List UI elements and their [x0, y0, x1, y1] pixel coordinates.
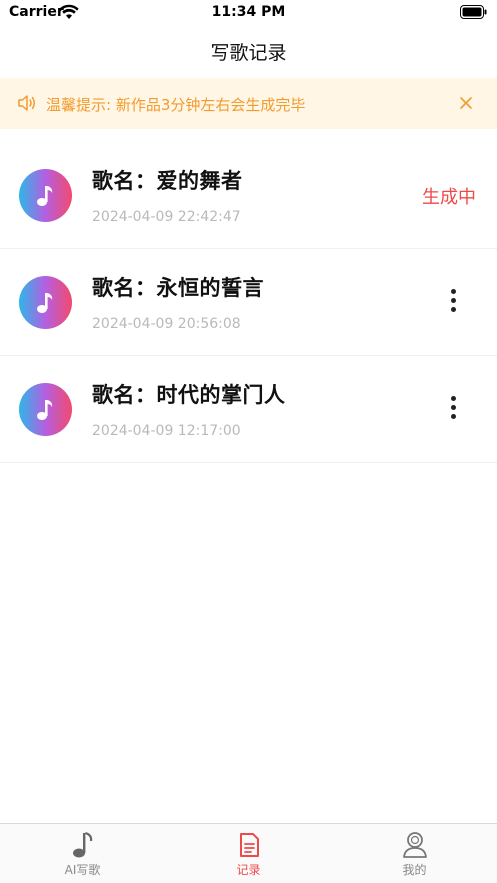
status-bar: Carrier 11:34 PM: [0, 0, 497, 26]
tab-label: 记录: [236, 863, 261, 877]
notice-banner: 温馨提示: 新作品3分钟左右会生成完毕: [0, 78, 497, 129]
close-icon[interactable]: [458, 95, 474, 111]
more-options-icon[interactable]: [443, 396, 463, 422]
song-time: 2024-04-09 22:42:47: [92, 209, 241, 225]
list-item[interactable]: 歌名：时代的掌门人 2024-04-09 12:17:00: [0, 356, 497, 463]
tab-ai-write[interactable]: AI写歌: [0, 824, 165, 883]
song-time: 2024-04-09 12:17:00: [92, 423, 241, 439]
clock: 11:34 PM: [211, 4, 286, 20]
user-icon: [402, 832, 427, 858]
battery-icon: [460, 5, 487, 19]
tab-records[interactable]: 记录: [166, 824, 331, 883]
tab-bar: AI写歌 记录 我的: [0, 823, 497, 883]
music-note-icon: [37, 293, 53, 313]
song-title: 歌名：永恒的誓言: [92, 276, 264, 300]
list-item[interactable]: 歌名：永恒的誓言 2024-04-09 20:56:08: [0, 249, 497, 356]
music-note-icon: [37, 186, 53, 206]
music-note-icon: [72, 831, 92, 858]
song-avatar: [19, 383, 72, 436]
tab-label: AI写歌: [64, 863, 101, 877]
page-title: 写歌记录: [210, 42, 287, 64]
tab-label: 我的: [402, 863, 427, 877]
list-item[interactable]: 歌名：爱的舞者 2024-04-09 22:42:47 生成中: [0, 142, 497, 249]
song-title: 歌名：爱的舞者: [92, 169, 243, 193]
song-avatar: [19, 169, 72, 222]
song-title: 歌名：时代的掌门人: [92, 383, 286, 407]
tab-mine[interactable]: 我的: [332, 824, 497, 883]
music-note-icon: [37, 400, 53, 420]
song-time: 2024-04-09 20:56:08: [92, 316, 241, 332]
speaker-icon: [18, 95, 35, 111]
document-icon: [239, 833, 259, 857]
song-list: 歌名：爱的舞者 2024-04-09 22:42:47 生成中 歌名：永恒的誓言…: [0, 142, 497, 463]
song-avatar: [19, 276, 72, 329]
status-badge: 生成中: [422, 187, 476, 208]
notice-text: 温馨提示: 新作品3分钟左右会生成完毕: [46, 96, 306, 114]
more-options-icon[interactable]: [443, 289, 463, 315]
